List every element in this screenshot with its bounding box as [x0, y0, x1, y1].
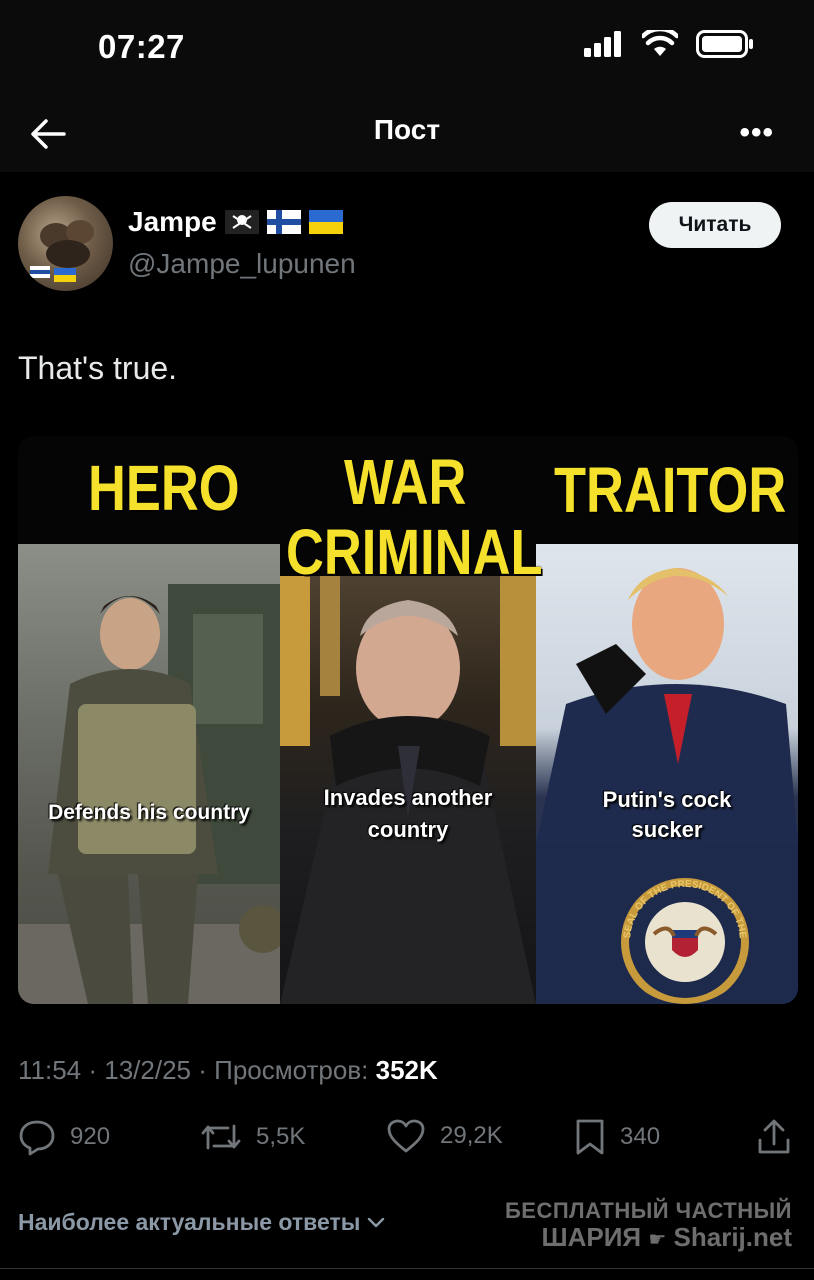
meme-panel-war-criminal: Invades another country — [280, 576, 536, 1004]
share-button[interactable] — [756, 1118, 792, 1156]
replies-sort-label: Наиболее актуальные ответы — [18, 1209, 361, 1235]
bookmark-count: 340 — [620, 1123, 661, 1150]
meme-panel-hero: Defends his country — [18, 544, 280, 1004]
reply-button[interactable]: 920 — [18, 1118, 110, 1156]
tweet-time: 11:54 — [18, 1055, 82, 1085]
reply-count: 920 — [70, 1123, 111, 1150]
ukraine-flag-icon — [308, 210, 343, 234]
battery-icon — [696, 30, 753, 58]
caption-war-criminal-1: Invades another — [323, 785, 493, 810]
reply-icon — [19, 1120, 55, 1156]
bookmark-button[interactable]: 340 — [574, 1118, 660, 1156]
tweet-text: That's true. — [18, 350, 178, 386]
status-icons — [584, 30, 754, 58]
repost-count: 5,5K — [256, 1123, 306, 1150]
caption-hero: Defends his country — [48, 801, 250, 824]
watermark-line1: БЕСПЛАТНЫЙ ЧАСТНЫЙ — [504, 1198, 792, 1223]
wifi-icon — [642, 30, 678, 56]
watermark-line2: ШАРИЯ — [541, 1222, 642, 1253]
chevron-down-icon — [368, 1217, 385, 1227]
author-name[interactable]: Jampe — [128, 206, 343, 238]
bookmark-icon — [576, 1119, 604, 1155]
repost-icon — [201, 1124, 241, 1150]
meme-header-hero: HERO — [88, 452, 240, 524]
like-count: 29,2K — [440, 1122, 503, 1149]
views-label: Просмотров: — [214, 1055, 369, 1085]
meme-header-traitor: TRAITOR — [554, 454, 787, 526]
tweet-date: 13/2/25 — [104, 1055, 192, 1085]
share-icon — [758, 1119, 790, 1154]
cellular-signal-icon — [584, 31, 621, 57]
page-title: Пост — [373, 114, 441, 145]
finland-flag-icon — [266, 210, 301, 234]
meme-header-criminal: CRIMINAL — [286, 516, 543, 588]
watermark: БЕСПЛАТНЫЙ ЧАСТНЫЙ ШАРИЯ ☛ Sharij.net — [505, 1198, 792, 1253]
follow-button[interactable]: Читать — [649, 202, 781, 248]
avatar[interactable] — [18, 196, 113, 291]
meme-header-war: WAR — [344, 446, 467, 518]
more-options-icon[interactable]: ••• — [739, 116, 774, 150]
meme-panel-traitor: Putin's cock sucker SEAL OF THE PRESIDEN… — [536, 544, 798, 1004]
presidential-seal-icon: SEAL OF THE PRESIDENT OF THE UNITED STAT… — [616, 874, 749, 1004]
like-button[interactable]: 29,2K — [386, 1118, 503, 1154]
views-count[interactable]: 352K — [376, 1055, 438, 1085]
tweet-image[interactable]: Defends his country Invades another coun… — [18, 436, 798, 1004]
tweet-meta: 11:54 · 13/2/25 · Просмотров: 352K — [18, 1055, 438, 1085]
caption-traitor-1: Putin's cock — [602, 787, 732, 812]
pirate-flag-icon — [224, 210, 259, 234]
tweet-actions: 920 5,5K 29,2K 340 — [18, 1118, 798, 1162]
caption-war-criminal-2: country — [367, 817, 449, 842]
replies-sort-dropdown[interactable]: Наиболее актуальные ответы — [18, 1209, 386, 1236]
status-time: 07:27 — [98, 28, 185, 65]
heart-icon — [387, 1119, 425, 1153]
divider — [0, 1268, 814, 1269]
repost-button[interactable]: 5,5K — [200, 1118, 305, 1156]
top-nav: Пост ••• — [0, 96, 814, 172]
watermark-line3: Sharij.net — [673, 1222, 792, 1253]
caption-traitor-2: sucker — [631, 817, 703, 842]
author-handle[interactable]: @Jampe_lupunen — [128, 248, 356, 280]
status-bar: 07:27 — [0, 0, 814, 96]
pointing-hand-icon: ☛ — [648, 1229, 667, 1252]
